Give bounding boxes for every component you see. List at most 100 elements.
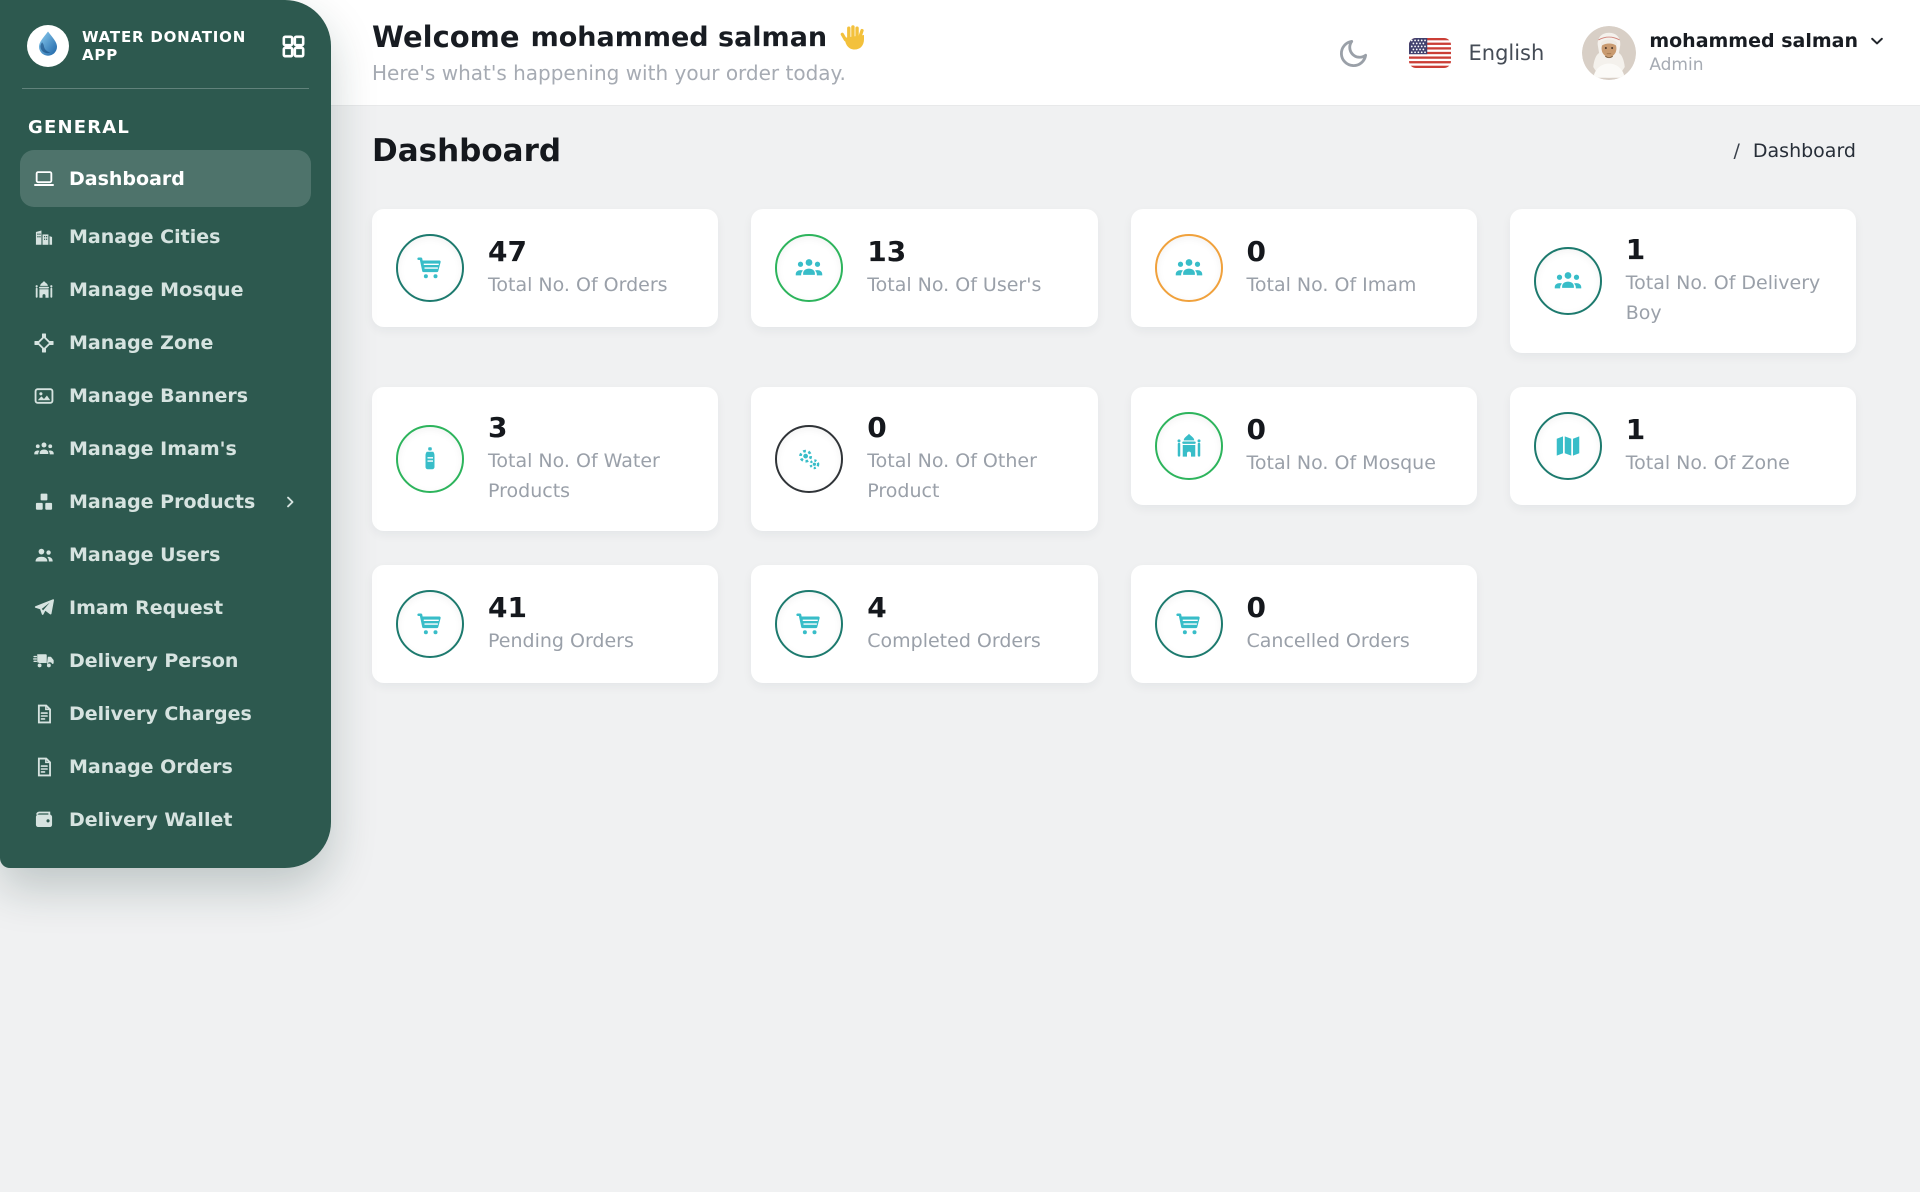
stat-card-total-no-of-zone: 1 Total No. Of Zone <box>1510 387 1856 505</box>
stat-label: Completed Orders <box>867 627 1041 656</box>
breadcrumb-separator: / <box>1734 140 1740 162</box>
sidebar-item-manage-products[interactable]: Manage Products <box>20 475 311 528</box>
invoice-icon <box>33 756 55 778</box>
sidebar-item-label: Imam Request <box>69 597 223 619</box>
stat-value: 0 <box>1247 592 1410 624</box>
waving-hand-emoji <box>838 22 868 52</box>
sidebar-item-manage-orders[interactable]: Manage Orders <box>20 740 311 793</box>
stat-card-total-no-of-orders: 47 Total No. Of Orders <box>372 209 718 327</box>
stat-text: 47 Total No. Of Orders <box>488 236 668 301</box>
sidebar-item-manage-zone[interactable]: Manage Zone <box>20 316 311 369</box>
stat-text: 3Total No. Of Water Products <box>488 412 702 506</box>
sidebar-divider <box>22 88 309 89</box>
stat-text: 1Total No. Of Delivery Boy <box>1626 234 1840 328</box>
sidebar-item-manage-imam-s[interactable]: Manage Imam's <box>20 422 311 475</box>
topbar-actions: English mohammed salman Admin <box>1337 26 1886 80</box>
stat-value: 13 <box>867 236 1041 268</box>
page-title: Dashboard <box>372 133 561 169</box>
stat-text: 4 Completed Orders <box>867 592 1041 657</box>
stat-card-total-no-of-water-products: 3Total No. Of Water Products <box>372 387 718 531</box>
stat-label: Total No. Of User's <box>867 271 1041 300</box>
stat-value: 1 <box>1626 234 1840 266</box>
truck-icon <box>33 650 55 672</box>
stat-value: 47 <box>488 236 668 268</box>
stat-label: Total No. Of Other Product <box>867 447 1081 506</box>
breadcrumb: / Dashboard <box>1734 140 1857 162</box>
laptop-icon <box>33 168 55 190</box>
water-drop-logo-icon <box>26 24 70 68</box>
stat-label: Total No. Of Imam <box>1247 271 1417 300</box>
stat-icon-ring <box>1534 247 1602 315</box>
chevron-right-icon <box>282 494 298 510</box>
users-three-icon <box>1174 253 1204 283</box>
stat-icon-ring <box>1155 590 1223 658</box>
sidebar-item-manage-cities[interactable]: Manage Cities <box>20 210 311 263</box>
sidebar-item-manage-banners[interactable]: Manage Banners <box>20 369 311 422</box>
sidebar-item-delivery-wallet[interactable]: Delivery Wallet <box>20 793 311 846</box>
stat-icon-ring <box>396 590 464 658</box>
sidebar-nav: Dashboard Manage Cities Manage Mosque Manag… <box>20 150 311 846</box>
main-content: Dashboard / Dashboard 47 Total No. Of Ord… <box>331 105 1920 1192</box>
stat-card-total-no-of-other-product: 0Total No. Of Other Product <box>751 387 1097 531</box>
language-label: English <box>1468 41 1544 65</box>
sidebar-item-manage-mosque[interactable]: Manage Mosque <box>20 263 311 316</box>
cart-icon <box>794 609 824 639</box>
stat-text: 0 Total No. Of Mosque <box>1247 414 1436 479</box>
user-name: mohammed salman <box>1649 30 1858 52</box>
sidebar-grid-toggle-icon[interactable] <box>280 33 307 60</box>
sidebar-item-label: Manage Imam's <box>69 438 237 460</box>
language-selector[interactable]: English <box>1409 38 1544 68</box>
stat-card-total-no-of-user-s: 13 Total No. Of User's <box>751 209 1097 327</box>
stat-value: 0 <box>1247 236 1417 268</box>
brand: WATER DONATION APP <box>20 0 311 88</box>
stat-label: Total No. Of Mosque <box>1247 449 1436 478</box>
stat-text: 1 Total No. Of Zone <box>1626 414 1790 479</box>
users-three-icon <box>1553 266 1583 296</box>
wallet-icon <box>33 809 55 831</box>
stat-card-total-no-of-delivery-boy: 1Total No. Of Delivery Boy <box>1510 209 1856 353</box>
sidebar-section-label: GENERAL <box>28 117 307 138</box>
sidebar-item-label: Manage Zone <box>69 332 213 354</box>
stat-card-total-no-of-imam: 0 Total No. Of Imam <box>1131 209 1477 327</box>
stat-icon-ring <box>775 425 843 493</box>
stat-text: 13 Total No. Of User's <box>867 236 1041 301</box>
user-menu[interactable]: mohammed salman Admin <box>1582 26 1886 80</box>
stat-value: 1 <box>1626 414 1790 446</box>
stat-value: 4 <box>867 592 1041 624</box>
stat-card-total-no-of-mosque: 0 Total No. Of Mosque <box>1131 387 1477 505</box>
stat-value: 3 <box>488 412 702 444</box>
city-icon <box>33 226 55 248</box>
stat-label: Total No. Of Delivery Boy <box>1626 269 1840 328</box>
users-three-icon <box>794 253 824 283</box>
welcome-text: Welcome <box>372 20 520 54</box>
sidebar-item-dashboard[interactable]: Dashboard <box>20 150 311 207</box>
banner-icon <box>33 385 55 407</box>
stat-text: 0Total No. Of Other Product <box>867 412 1081 506</box>
sidebar-item-delivery-charges[interactable]: Delivery Charges <box>20 687 311 740</box>
stat-text: 41Pending Orders <box>488 592 634 657</box>
stat-icon-ring <box>1534 412 1602 480</box>
us-flag-icon <box>1409 38 1451 68</box>
stat-value: 0 <box>1247 414 1436 446</box>
stat-label: Total No. Of Zone <box>1626 449 1790 478</box>
sidebar-item-delivery-person[interactable]: Delivery Person <box>20 634 311 687</box>
app-title: WATER DONATION APP <box>82 28 268 64</box>
stat-card-pending-orders: 41Pending Orders <box>372 565 718 683</box>
dark-mode-toggle-moon-icon[interactable] <box>1337 36 1371 70</box>
chevron-down-icon <box>1868 32 1886 50</box>
avatar <box>1582 26 1636 80</box>
sidebar-item-imam-request[interactable]: Imam Request <box>20 581 311 634</box>
sidebar-item-label: Manage Cities <box>69 226 220 248</box>
stat-label: Total No. Of Orders <box>488 271 668 300</box>
page-head: Dashboard / Dashboard <box>372 133 1856 169</box>
cart-icon <box>1174 609 1204 639</box>
stat-value: 0 <box>867 412 1081 444</box>
stat-icon-ring <box>396 234 464 302</box>
breadcrumb-current[interactable]: Dashboard <box>1753 140 1856 162</box>
sidebar-item-manage-users[interactable]: Manage Users <box>20 528 311 581</box>
sidebar-item-label: Manage Users <box>69 544 220 566</box>
stat-icon-ring <box>396 425 464 493</box>
welcome-username: mohammed salman <box>531 22 828 53</box>
stat-label: Cancelled Orders <box>1247 627 1410 656</box>
sidebar-item-label: Delivery Wallet <box>69 809 232 831</box>
